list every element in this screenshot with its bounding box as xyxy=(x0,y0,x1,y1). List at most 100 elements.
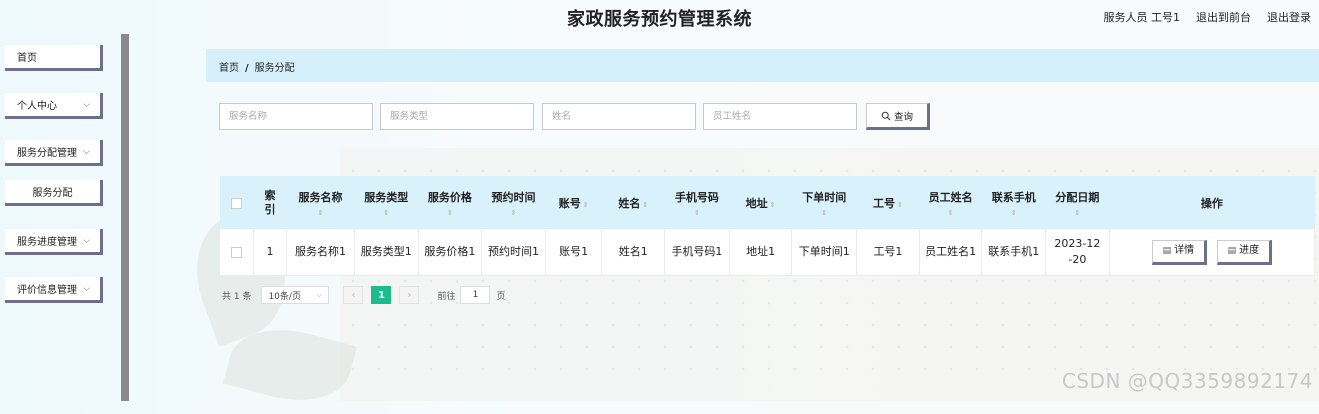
cell-address: 地址1 xyxy=(729,229,793,276)
cell-employee-name: 员工姓名1 xyxy=(919,229,983,276)
exit-to-front-link[interactable]: 退出到前台 xyxy=(1196,9,1251,25)
chevron-down-icon: ⌵ xyxy=(83,236,90,246)
cell-text: 员工姓名1 xyxy=(925,245,977,258)
query-button-label: 查询 xyxy=(893,111,913,123)
page-size-value: 10条/页 xyxy=(268,291,301,302)
col-label: 操作 xyxy=(1200,196,1223,210)
sort-icon[interactable]: ⇕ xyxy=(289,209,353,217)
cell-contact-phone: 联系手机1 xyxy=(981,229,1047,276)
goto-suffix: 页 xyxy=(496,291,506,302)
progress-button[interactable]: ▤ 进度 xyxy=(1216,239,1273,265)
col-service-name[interactable]: 服务名称 ⇕ xyxy=(286,176,355,229)
goto-page-input[interactable]: 1 xyxy=(460,286,491,304)
col-appointment-time[interactable]: 预约时间 ⇕ xyxy=(481,176,546,229)
cell-text: 2023-12-20 xyxy=(1054,237,1101,266)
goto-prefix: 前往 xyxy=(437,291,456,302)
col-label: 地址 xyxy=(745,196,768,210)
col-order-time[interactable]: 下单时间 ⇕ xyxy=(791,176,857,229)
sidebar-item-progress-management[interactable]: 服务进度管理 ⌵ xyxy=(5,229,103,255)
col-service-type[interactable]: 服务类型 ⇕ xyxy=(354,176,419,229)
cell-service-name: 服务名称1 xyxy=(286,229,355,276)
sort-icon[interactable]: ⇕ xyxy=(770,201,776,209)
sidebar-item-label: 个人中心 xyxy=(17,101,57,112)
col-contact-phone[interactable]: 联系手机 ⇕ xyxy=(981,176,1046,229)
query-button[interactable]: 查询 xyxy=(866,103,930,130)
sort-icon[interactable]: ⇕ xyxy=(420,209,480,217)
sidebar-scrollbar[interactable] xyxy=(121,34,129,401)
breadcrumb: 首页 / 服务分配 xyxy=(219,59,295,74)
col-label: 联系手机 xyxy=(991,190,1036,204)
col-label: 姓名 xyxy=(618,196,641,210)
header-links: 服务人员 工号1 退出到前台 退出登录 xyxy=(1104,9,1312,25)
col-service-price[interactable]: 服务价格 ⇕ xyxy=(418,176,482,229)
breadcrumb-home[interactable]: 首页 xyxy=(219,63,239,74)
sidebar-item-service-assign[interactable]: 服务分配 xyxy=(5,180,103,206)
sidebar-item-label: 服务分配 xyxy=(32,188,73,199)
select-all-cell xyxy=(220,176,254,229)
sidebar-item-review-management[interactable]: 评价信息管理 ⌵ xyxy=(5,277,103,303)
search-icon xyxy=(881,111,891,120)
service-name-search-input[interactable] xyxy=(219,103,373,130)
detail-button[interactable]: ▤ 详情 xyxy=(1151,239,1208,265)
detail-button-label: 详情 xyxy=(1174,245,1195,256)
page-size-select[interactable]: 10条/页 ⌵ xyxy=(261,286,330,304)
cell-text: 手机号码1 xyxy=(671,245,723,258)
sort-icon[interactable]: ⇕ xyxy=(984,209,1044,217)
col-employee-name[interactable]: 员工姓名 ⇕ xyxy=(919,176,982,229)
document-icon: ▤ xyxy=(1162,246,1172,256)
sort-icon[interactable]: ⇕ xyxy=(583,201,589,209)
header: 家政服务预约管理系统 服务人员 工号1 退出到前台 退出登录 xyxy=(0,0,1319,34)
next-page-button[interactable]: › xyxy=(399,286,420,304)
logout-link[interactable]: 退出登录 xyxy=(1267,9,1311,25)
pagination: 共 1 条 10条/页 ⌵ ‹ 1 › 前往 1 页 xyxy=(222,286,505,304)
cell-text: 联系手机1 xyxy=(988,245,1040,258)
service-type-search-input[interactable] xyxy=(380,103,534,130)
cell-index: 1 xyxy=(253,229,288,276)
sort-icon[interactable]: ⇕ xyxy=(1048,209,1108,217)
sidebar-item-home[interactable]: 首页 xyxy=(5,45,103,71)
sort-icon[interactable]: ⇕ xyxy=(667,209,728,217)
service-assign-table: 索引 服务名称 ⇕ 服务类型 ⇕ 服务价格 ⇕ 预约时间 ⇕ 账号 ⇕ 姓名 ⇕ 手机号码 ⇕… xyxy=(220,176,1316,276)
cell-service-type: 服务类型1 xyxy=(354,229,419,276)
col-phone[interactable]: 手机号码 ⇕ xyxy=(664,176,730,229)
sidebar xyxy=(0,34,130,401)
sort-icon[interactable]: ⇕ xyxy=(921,209,980,217)
col-label: 下单时间 xyxy=(802,190,847,204)
col-label: 服务价格 xyxy=(427,190,472,204)
sort-icon[interactable]: ⇕ xyxy=(642,201,648,209)
cell-text: 服务类型1 xyxy=(360,245,412,258)
total-count: 共 1 条 xyxy=(222,291,252,302)
cell-name: 姓名1 xyxy=(601,229,666,276)
table-header-row: 索引 服务名称 ⇕ 服务类型 ⇕ 服务价格 ⇕ 预约时间 ⇕ 账号 ⇕ 姓名 ⇕ 手机号码 ⇕… xyxy=(220,176,1315,229)
row-checkbox[interactable] xyxy=(230,246,242,258)
cell-appointment-time: 预约时间1 xyxy=(481,229,546,276)
sidebar-item-label: 服务分配管理 xyxy=(17,148,77,159)
sort-icon[interactable]: ⇕ xyxy=(897,201,903,209)
sidebar-item-assign-management[interactable]: 服务分配管理 ⌵ xyxy=(5,140,103,166)
user-label: 服务人员 工号1 xyxy=(1103,11,1181,24)
col-label: 服务名称 xyxy=(298,190,343,204)
sort-icon[interactable]: ⇕ xyxy=(794,209,855,217)
sort-icon[interactable]: ⇕ xyxy=(356,209,416,217)
sort-icon[interactable]: ⇕ xyxy=(484,209,544,217)
col-assign-date[interactable]: 分配日期 ⇕ xyxy=(1045,176,1110,229)
chevron-down-icon: ⌵ xyxy=(83,100,90,110)
employee-name-search-input[interactable] xyxy=(703,103,857,130)
col-account[interactable]: 账号 ⇕ xyxy=(545,176,602,229)
col-address[interactable]: 地址 ⇕ xyxy=(729,176,792,229)
select-all-checkbox[interactable] xyxy=(231,197,243,209)
sidebar-item-label: 评价信息管理 xyxy=(17,285,77,296)
col-employee-id[interactable]: 工号 ⇕ xyxy=(856,176,920,229)
breadcrumb-current: 服务分配 xyxy=(254,63,295,74)
name-search-input[interactable] xyxy=(542,103,696,130)
cell-text: 预约时间1 xyxy=(488,245,540,258)
cell-phone: 手机号码1 xyxy=(664,229,730,276)
sidebar-item-personal-center[interactable]: 个人中心 ⌵ xyxy=(5,93,103,119)
cell-employee-id: 工号1 xyxy=(856,229,920,276)
col-label: 账号 xyxy=(558,196,581,210)
col-index: 索引 xyxy=(253,176,287,229)
col-name[interactable]: 姓名 ⇕ xyxy=(601,176,665,229)
sidebar-item-label: 首页 xyxy=(17,53,37,64)
page-number-button[interactable]: 1 xyxy=(371,286,392,304)
prev-page-button[interactable]: ‹ xyxy=(343,286,364,304)
